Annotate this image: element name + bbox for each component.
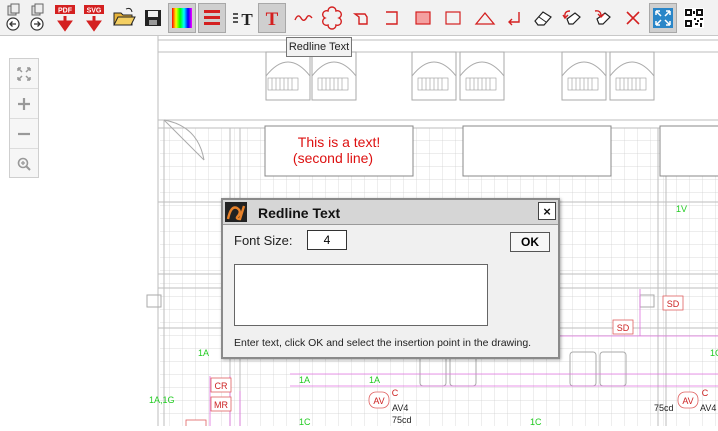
label-1c: 1C [530,417,542,426]
svg-text:T: T [266,9,279,30]
label-c: C [702,388,709,398]
label-75cd: 75cd [654,403,674,413]
label-1a-1g: 1A,1G [149,395,175,405]
label-75cd: 75cd [392,415,412,425]
zoom-extents-button[interactable] [10,59,38,89]
copy-back-icon[interactable] [2,3,24,33]
export-pdf-button[interactable]: PDF [51,3,79,33]
freehand-icon[interactable] [289,3,317,33]
zoom-out-icon [18,132,30,135]
undo-icon[interactable] [558,3,586,33]
tooltip: Redline Text [286,37,352,57]
close-icon: × [543,203,551,219]
eraser-icon[interactable] [529,3,557,33]
label-1v: 1V [676,204,687,214]
open-folder-icon[interactable] [110,3,138,33]
zoom-in-icon [18,97,30,110]
dialog-hint: Enter text, click OK and select the inse… [234,337,532,349]
label-1c: 1C [299,417,311,426]
zoom-extents-icon [17,66,31,81]
polyline-icon[interactable] [348,3,376,33]
fullscreen-icon[interactable] [649,3,677,33]
qr-code-icon[interactable] [680,3,708,33]
svg-text:PDF: PDF [58,8,73,15]
rectangle-icon[interactable] [439,3,467,33]
delete-icon[interactable] [619,3,647,33]
redline-text-dialog: Redline Text × Font Size: OK Enter text,… [221,198,560,359]
redline-text-line-2: (second line) [293,150,373,166]
redline-text-button[interactable]: T [258,3,286,33]
label-cr: CR [215,381,228,391]
svg-text:T: T [241,10,253,29]
label-c: C [392,388,399,398]
export-pdf-icon: PDF [55,5,75,32]
label-1a: 1A [198,348,209,358]
text-size-icon[interactable]: T [229,3,257,33]
redline-text-icon: T [266,9,279,30]
open-rectangle-icon[interactable] [378,3,406,33]
save-icon[interactable] [139,3,167,33]
label-1c: 1C [710,348,718,358]
redline-text-input[interactable] [234,264,488,326]
triangle-icon[interactable] [471,3,499,33]
dialog-title-bar[interactable]: Redline Text × [223,200,558,225]
close-button[interactable]: × [538,202,556,220]
font-size-input[interactable] [307,230,347,250]
app-logo-icon [225,202,247,222]
cloud-icon[interactable] [318,3,346,33]
arrow-return-icon[interactable] [500,3,528,33]
export-svg-button[interactable]: SVG [80,3,108,33]
label-sd: SD [617,323,630,333]
ok-button[interactable]: OK [510,232,550,252]
zoom-in-button[interactable] [10,89,38,119]
color-picker-icon[interactable] [168,3,196,33]
dialog-title: Redline Text [258,205,341,221]
zoom-window-icon [17,157,31,171]
label-1a: 1A [299,375,310,385]
label-sd: SD [667,299,680,309]
main-toolbar: PDF SVG T T [0,0,718,36]
filled-rectangle-icon[interactable] [409,3,437,33]
zoom-out-button[interactable] [10,119,38,149]
label-mr: MR [214,400,228,410]
copy-forward-icon[interactable] [26,3,48,33]
zoom-window-button[interactable] [10,149,38,178]
redo-icon[interactable] [588,3,616,33]
label-av: AV [373,396,384,406]
font-size-label: Font Size: [234,233,293,248]
line-weight-icon[interactable] [198,3,226,33]
zoom-controls [9,58,39,178]
label-av: AV [682,396,693,406]
redline-text-line-1: This is a text! [298,134,380,150]
svg-text:SVG: SVG [87,8,102,15]
label-av4: AV4 [700,403,716,413]
label-1a: 1A [369,375,380,385]
export-svg-icon: SVG [84,5,104,32]
label-av4: AV4 [392,403,408,413]
